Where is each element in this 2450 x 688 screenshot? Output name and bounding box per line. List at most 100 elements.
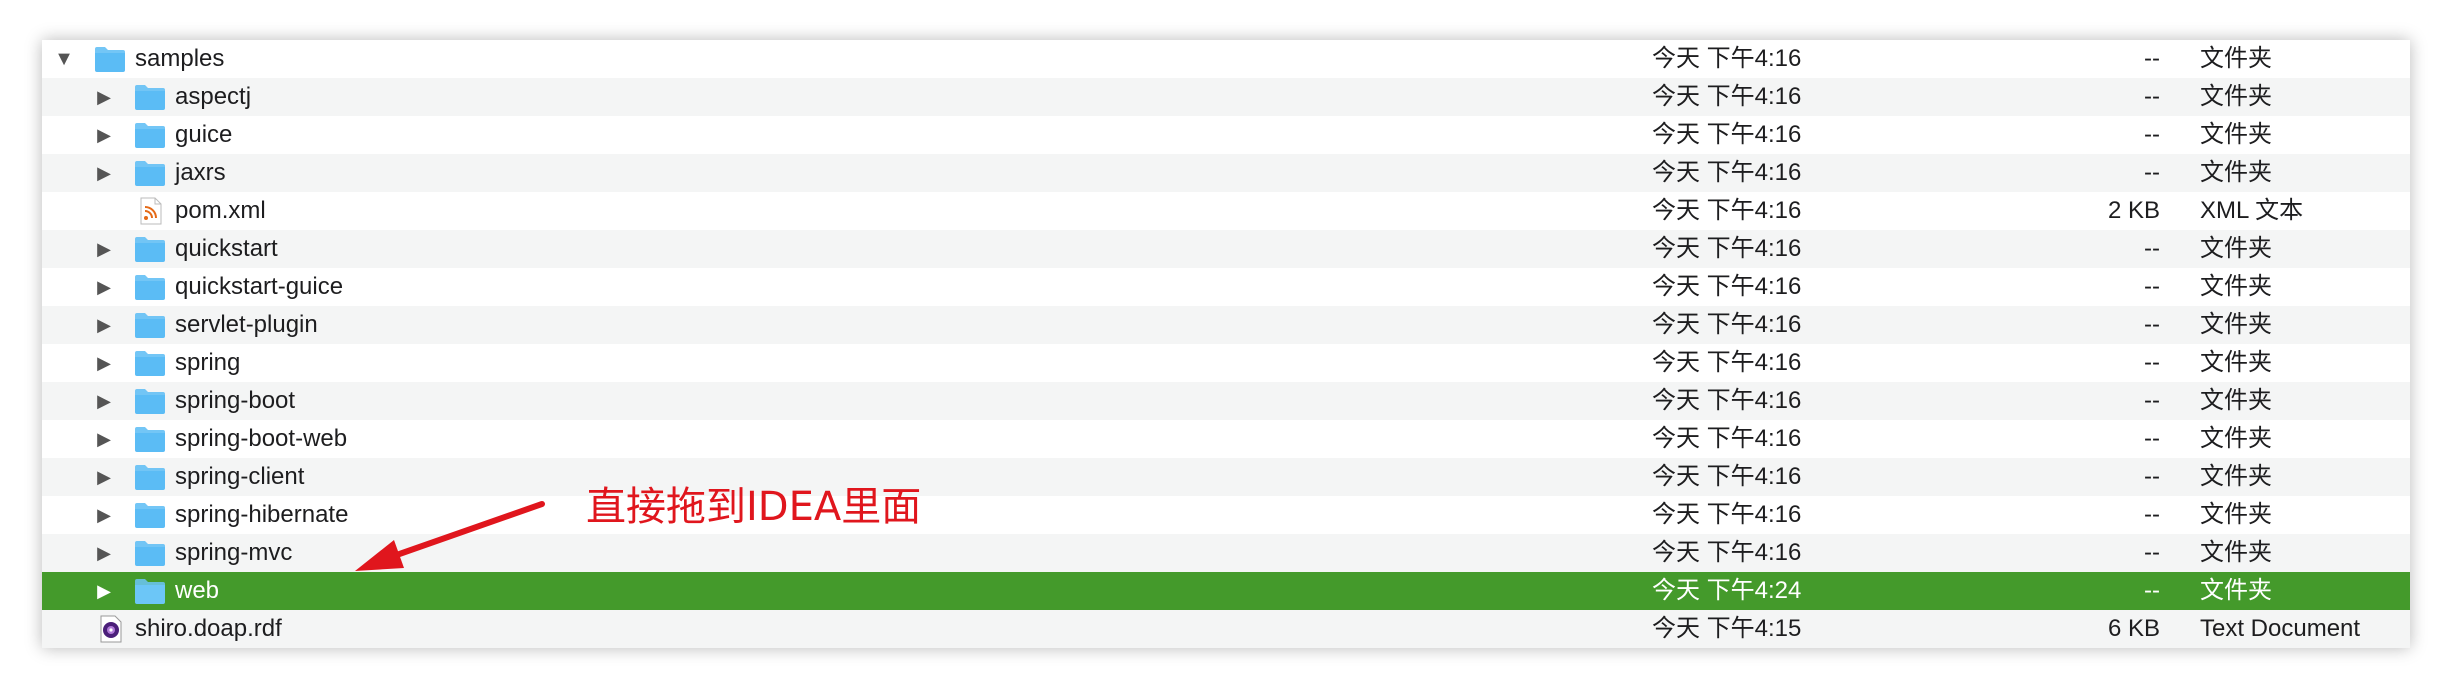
file-row[interactable]: ▶ spring 今天 下午4:16 -- 文件夹 (42, 344, 2410, 382)
file-kind: 文件夹 (2200, 311, 2272, 338)
file-row[interactable]: pom.xml 今天 下午4:16 2 KB XML 文本 (42, 192, 2410, 230)
file-row[interactable]: ▶ quickstart-guice 今天 下午4:16 -- 文件夹 (42, 268, 2410, 306)
file-kind: Text Document (2200, 615, 2361, 642)
annotation-label: 直接拖到IDEA里面 (586, 484, 922, 530)
file-name: web (175, 577, 220, 604)
file-size: -- (2144, 463, 2160, 490)
file-row[interactable]: ▶ spring-mvc 今天 下午4:16 -- 文件夹 (42, 534, 2410, 572)
disclosure-closed-icon[interactable]: ▶ (90, 78, 118, 116)
file-size: -- (2144, 83, 2160, 110)
file-size: -- (2144, 349, 2160, 376)
disclosure-closed-icon[interactable]: ▶ (90, 268, 118, 306)
file-date-modified: 今天 下午4:16 (1652, 539, 1802, 566)
disclosure-closed-icon[interactable]: ▶ (90, 420, 118, 458)
file-row[interactable]: ▶ spring-hibernate 今天 下午4:16 -- 文件夹 (42, 496, 2410, 534)
disclosure-closed-icon[interactable]: ▶ (90, 382, 118, 420)
file-kind: 文件夹 (2200, 577, 2272, 604)
file-date-modified: 今天 下午4:16 (1652, 159, 1802, 186)
file-name: jaxrs (175, 159, 226, 186)
file-date-modified: 今天 下午4:16 (1652, 197, 1802, 224)
xml-file-icon (134, 197, 166, 225)
file-date-modified: 今天 下午4:16 (1652, 501, 1802, 528)
disclosure-closed-icon[interactable]: ▶ (90, 306, 118, 344)
disclosure-closed-icon[interactable]: ▶ (90, 154, 118, 192)
file-size: -- (2144, 159, 2160, 186)
file-kind: 文件夹 (2200, 45, 2272, 72)
folder-icon (134, 311, 166, 339)
file-kind: 文件夹 (2200, 235, 2272, 262)
file-size: -- (2144, 273, 2160, 300)
file-name: spring (175, 349, 241, 376)
rdf-file-icon (94, 615, 126, 643)
file-size: -- (2144, 425, 2160, 452)
file-row[interactable]: ▶ web 今天 下午4:24 -- 文件夹 (42, 572, 2410, 610)
file-row[interactable]: ▶ quickstart 今天 下午4:16 -- 文件夹 (42, 230, 2410, 268)
file-kind: 文件夹 (2200, 121, 2272, 148)
disclosure-closed-icon[interactable]: ▶ (90, 344, 118, 382)
file-name: servlet-plugin (175, 311, 318, 338)
folder-icon (134, 577, 166, 605)
file-kind: 文件夹 (2200, 83, 2272, 110)
file-row[interactable]: ▶ spring-boot 今天 下午4:16 -- 文件夹 (42, 382, 2410, 420)
file-row[interactable]: ▶ servlet-plugin 今天 下午4:16 -- 文件夹 (42, 306, 2410, 344)
folder-icon (134, 159, 166, 187)
file-date-modified: 今天 下午4:16 (1652, 387, 1802, 414)
file-kind: 文件夹 (2200, 539, 2272, 566)
file-date-modified: 今天 下午4:16 (1652, 425, 1802, 452)
file-name: guice (175, 121, 233, 148)
file-kind: 文件夹 (2200, 159, 2272, 186)
disclosure-closed-icon[interactable]: ▶ (90, 572, 118, 610)
folder-icon (134, 121, 166, 149)
file-date-modified: 今天 下午4:16 (1652, 83, 1802, 110)
file-row[interactable]: ▶ spring-boot-web 今天 下午4:16 -- 文件夹 (42, 420, 2410, 458)
folder-icon (134, 501, 166, 529)
disclosure-closed-icon[interactable]: ▶ (90, 116, 118, 154)
file-row[interactable]: shiro.doap.rdf 今天 下午4:15 6 KB Text Document (42, 610, 2410, 648)
file-date-modified: 今天 下午4:16 (1652, 121, 1802, 148)
file-name: spring-hibernate (175, 501, 349, 528)
file-kind: XML 文本 (2200, 197, 2304, 224)
folder-icon (134, 387, 166, 415)
file-kind: 文件夹 (2200, 387, 2272, 414)
file-date-modified: 今天 下午4:16 (1652, 349, 1802, 376)
file-kind: 文件夹 (2200, 425, 2272, 452)
file-row[interactable]: ▶ guice 今天 下午4:16 -- 文件夹 (42, 116, 2410, 154)
file-size: -- (2144, 235, 2160, 262)
file-row[interactable]: ▶ aspectj 今天 下午4:16 -- 文件夹 (42, 78, 2410, 116)
disclosure-open-icon[interactable]: ▼ (50, 40, 78, 78)
file-size: 6 KB (2107, 615, 2160, 642)
disclosure-closed-icon[interactable]: ▶ (90, 496, 118, 534)
folder-icon (134, 539, 166, 567)
file-name: spring-boot-web (175, 425, 348, 452)
file-row[interactable]: ▼ samples 今天 下午4:16 -- 文件夹 (42, 40, 2410, 78)
file-size: -- (2144, 121, 2160, 148)
file-date-modified: 今天 下午4:16 (1652, 235, 1802, 262)
file-size: -- (2144, 387, 2160, 414)
file-kind: 文件夹 (2200, 463, 2272, 490)
file-date-modified: 今天 下午4:16 (1652, 463, 1802, 490)
file-row[interactable]: ▶ spring-client 今天 下午4:16 -- 文件夹 (42, 458, 2410, 496)
disclosure-closed-icon[interactable]: ▶ (90, 534, 118, 572)
file-size: -- (2144, 45, 2160, 72)
disclosure-closed-icon[interactable]: ▶ (90, 230, 118, 268)
file-date-modified: 今天 下午4:16 (1652, 45, 1802, 72)
file-name: spring-client (175, 463, 305, 490)
folder-icon (134, 83, 166, 111)
file-name: spring-mvc (175, 539, 293, 566)
file-date-modified: 今天 下午4:15 (1652, 615, 1802, 642)
file-row[interactable]: ▶ jaxrs 今天 下午4:16 -- 文件夹 (42, 154, 2410, 192)
file-kind: 文件夹 (2200, 349, 2272, 376)
file-size: 2 KB (2107, 197, 2160, 224)
folder-icon (94, 45, 126, 73)
file-date-modified: 今天 下午4:16 (1652, 311, 1802, 338)
file-name: quickstart (175, 235, 278, 262)
disclosure-closed-icon[interactable]: ▶ (90, 458, 118, 496)
file-name: aspectj (175, 83, 252, 110)
file-name: pom.xml (175, 197, 266, 224)
file-kind: 文件夹 (2200, 501, 2272, 528)
finder-list-view: ▼ samples 今天 下午4:16 -- 文件夹 ▶ aspectj 今天 下午4:16 -… (42, 40, 2410, 648)
file-size: -- (2144, 539, 2160, 566)
file-date-modified: 今天 下午4:16 (1652, 273, 1802, 300)
folder-icon (134, 425, 166, 453)
folder-icon (134, 273, 166, 301)
